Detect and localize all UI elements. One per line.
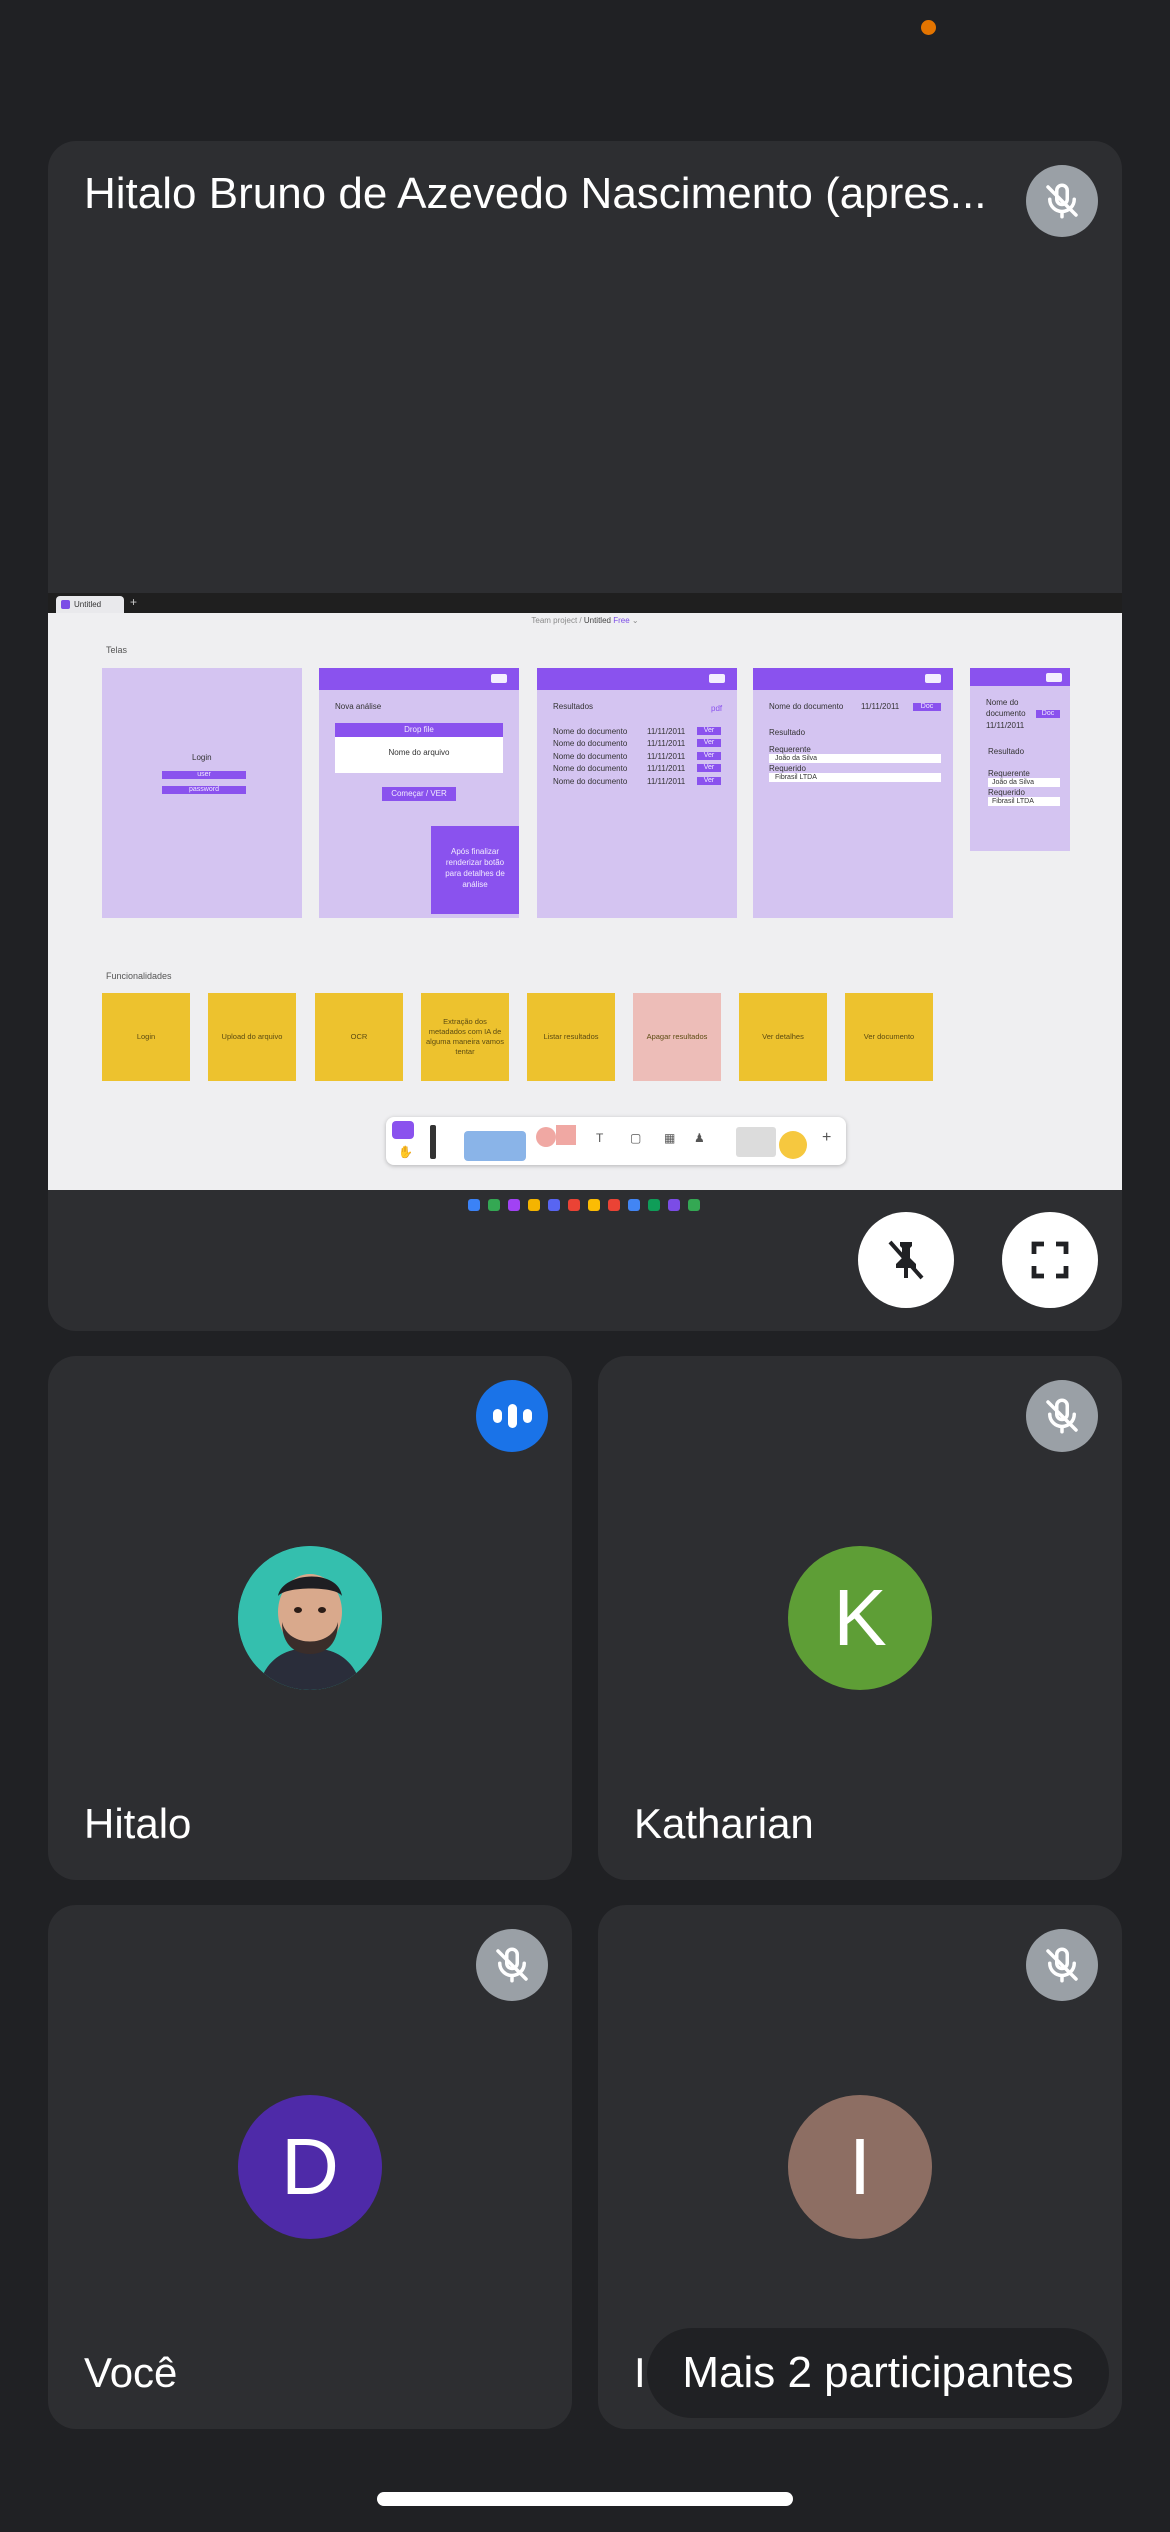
- participant-name: Katharian: [634, 1800, 814, 1847]
- frame-document-mobile: Nome do documento Doc 11/11/2011 Resulta…: [970, 668, 1070, 851]
- move-tool-icon: [392, 1121, 414, 1139]
- frame-document-detail: Nome do documento 11/11/2011 Doc Resulta…: [753, 668, 953, 918]
- speaking-icon: [476, 1380, 548, 1452]
- figma-breadcrumb: Team project / Untitled Free ⌄: [531, 616, 639, 625]
- stamp-tool-icon: ♟: [694, 1131, 705, 1145]
- mic-off-icon: [1026, 165, 1098, 237]
- app-icon: [648, 1199, 660, 1211]
- new-tab-icon[interactable]: +: [130, 595, 137, 609]
- avatar: I: [788, 2095, 932, 2239]
- chrome-icon: [488, 1199, 500, 1211]
- sticky-note: Extração dos metadados com IA de alguma …: [421, 993, 509, 1081]
- unpin-button[interactable]: [858, 1212, 954, 1308]
- section-label-screens: Telas: [106, 645, 128, 655]
- windows-icon: [468, 1199, 480, 1211]
- avatar: D: [238, 2095, 382, 2239]
- section-label-features: Funcionalidades: [106, 971, 172, 981]
- sticky-note: Upload do arquivo: [208, 993, 296, 1081]
- shape-square-icon: [556, 1125, 576, 1145]
- folder-icon: [528, 1199, 540, 1211]
- figma-toolbar: ✋ T ▢ ▦ ♟ +: [386, 1117, 846, 1165]
- app-icon: [628, 1199, 640, 1211]
- participant-name: I: [634, 2349, 646, 2396]
- widgets-icon: [736, 1127, 776, 1157]
- sticky-note: Listar resultados: [527, 993, 615, 1081]
- participant-tile-hitalo[interactable]: Hitalo: [48, 1356, 572, 1880]
- app-icon: [588, 1199, 600, 1211]
- browser-tab[interactable]: Untitled: [56, 596, 124, 613]
- mic-off-icon: [1026, 1929, 1098, 2001]
- text-tool-icon: T: [596, 1131, 604, 1145]
- sticky-note: Apagar resultados: [633, 993, 721, 1081]
- sticky-note: Ver documento: [845, 993, 933, 1081]
- recording-indicator: [921, 20, 936, 35]
- participant-name: Hitalo: [84, 1800, 192, 1847]
- mic-off-icon: [476, 1929, 548, 2001]
- mic-off-icon: [1026, 1380, 1098, 1452]
- fullscreen-icon: [1031, 1241, 1069, 1279]
- frame-results: Resultados pdf Nome do documento 11/11/2…: [537, 668, 737, 918]
- emoji-icon: [779, 1131, 807, 1159]
- pen-tool-icon: [430, 1125, 436, 1159]
- presenter-tile[interactable]: Hitalo Bruno de Azevedo Nascimento (apre…: [48, 141, 1122, 1331]
- participant-tile-self[interactable]: D Você: [48, 1905, 572, 2429]
- shared-screen: Untitled + Team project / Untitled Free …: [48, 593, 1122, 1190]
- taskbar: [468, 1199, 768, 1221]
- figma-icon: [508, 1199, 520, 1211]
- sticky-note: Ver detalhes: [739, 993, 827, 1081]
- presenter-name: Hitalo Bruno de Azevedo Nascimento (apre…: [84, 169, 987, 218]
- chrome-icon: [688, 1199, 700, 1211]
- more-participants-button[interactable]: Mais 2 participantes: [647, 2328, 1109, 2418]
- app-icon: [668, 1199, 680, 1211]
- app-icon: [568, 1199, 580, 1211]
- participant-name: Você: [84, 2349, 178, 2396]
- app-icon: [608, 1199, 620, 1211]
- frame-new-analysis: Nova análise Drop file Nome do arquivo C…: [319, 668, 519, 918]
- participant-tile-katharian[interactable]: K Katharian: [598, 1356, 1122, 1880]
- hand-tool-icon: ✋: [398, 1145, 413, 1159]
- sticky-note: Login: [102, 993, 190, 1081]
- table-tool-icon: ▦: [664, 1131, 676, 1145]
- plus-icon: +: [822, 1129, 832, 1146]
- home-indicator[interactable]: [377, 2492, 793, 2506]
- pin-off-icon: [888, 1240, 924, 1280]
- discord-icon: [548, 1199, 560, 1211]
- shape-circle-icon: [536, 1127, 556, 1147]
- frame-login: Login user password: [102, 668, 302, 918]
- frame-tool-icon: ▢: [630, 1131, 642, 1145]
- sticky-note: OCR: [315, 993, 403, 1081]
- sticky-tool-icon: [464, 1131, 526, 1161]
- avatar: K: [788, 1546, 932, 1690]
- browser-tab-bar: Untitled +: [48, 593, 1122, 613]
- avatar: [238, 1546, 382, 1690]
- fullscreen-button[interactable]: [1002, 1212, 1098, 1308]
